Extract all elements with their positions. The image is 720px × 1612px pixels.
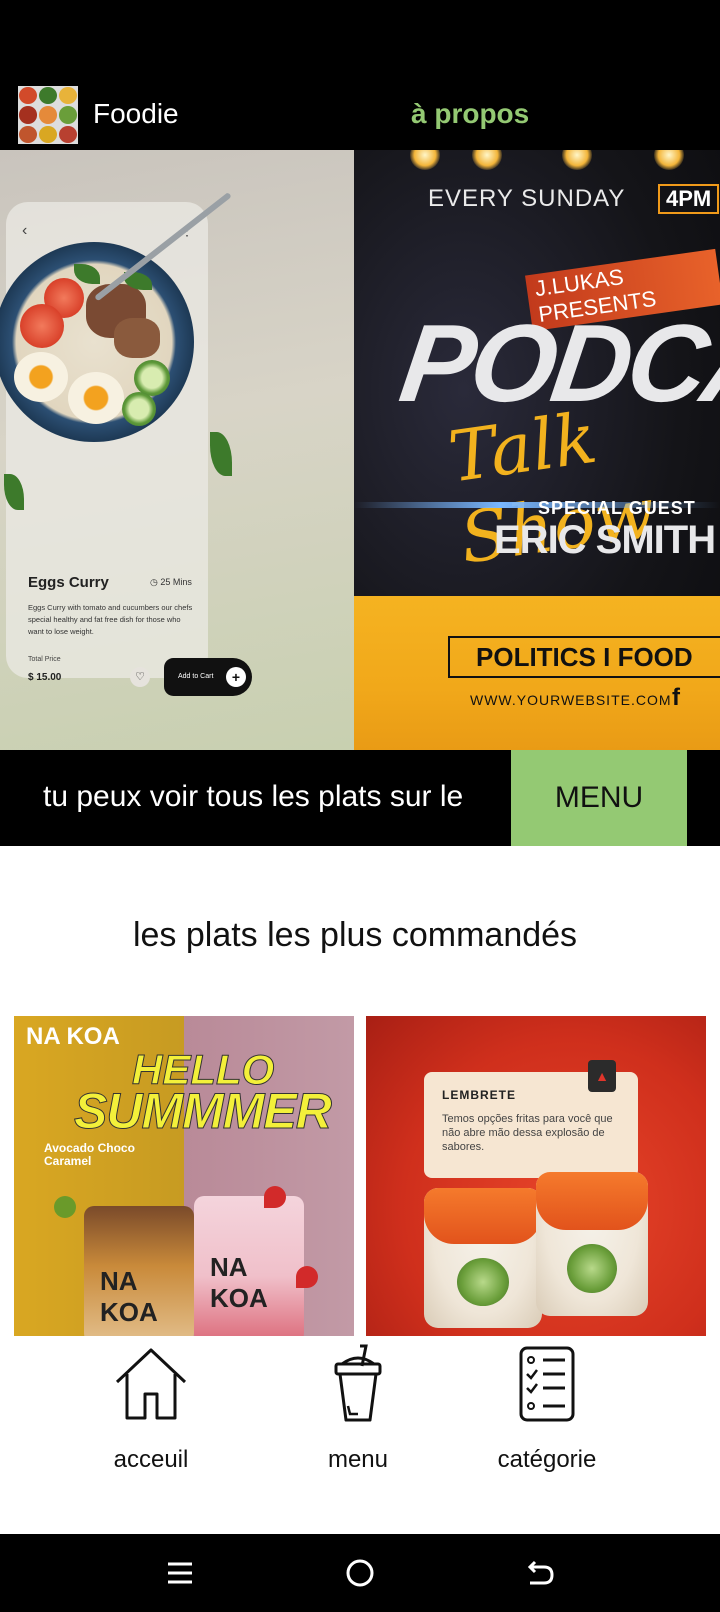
leaf-decoration [210,432,232,476]
podcast-website: WWW.YOURWEBSITE.COM [470,692,672,708]
podcast-time: 4PM [658,184,720,214]
promo-headline-2: SUMMMER [74,1083,333,1140]
home-icon [115,1348,187,1420]
clock-icon: ◷ [150,577,161,587]
strawberry-decoration [296,1266,318,1288]
main-content: les plats les plus commandés NA KOA HELL… [0,846,720,1534]
menu-lines-icon[interactable] [164,1557,196,1589]
smoothie-cup-image: NA KOA [84,1206,194,1336]
flavor-label: Avocado Choco Caramel [44,1141,135,1168]
podcast-guest-name: ERIC SMITH [494,518,716,562]
bowl-image [0,242,194,442]
smoothie-cup-image: NA KOA [194,1196,304,1336]
drink-cup-icon [334,1344,382,1422]
dish-description: Eggs Curry with tomato and cucumbers our… [28,603,193,636]
marquee-text: tu peux voir tous les plats sur le [43,780,464,813]
podcast-day: EVERY SUNDAY [428,185,626,212]
dish-name: Eggs Curry [28,574,109,591]
bell-icon: ▲ [588,1060,616,1092]
sushi-image [424,1188,542,1328]
nav-item-home[interactable]: acceuil [61,1336,241,1476]
nav-label-home: acceuil [113,1446,189,1473]
app-header: Foodie à propos [0,80,720,150]
bottom-nav: acceuil menu catégorie [0,1336,720,1534]
strawberry-decoration [264,1186,286,1208]
nav-label-category: catégorie [497,1446,597,1473]
chevron-left-icon: ‹ [22,222,28,239]
back-arrow-icon[interactable] [524,1557,556,1589]
dish-card-sushi[interactable]: LEMBRETE Temos opções fritas para você q… [366,1016,706,1336]
podcast-topics: POLITICS I FOOD [448,636,720,678]
plus-icon: + [226,667,246,687]
checklist-icon [519,1346,575,1422]
stage-lights [354,150,720,180]
dish-time: ◷ 25 Mins [150,577,192,587]
home-circle-icon[interactable] [344,1557,376,1589]
heart-icon: ♡ [130,667,150,687]
brand-logo: NA KOA [26,1023,120,1050]
app-title: Foodie [93,98,179,129]
carousel-slide-podcast[interactable]: EVERY SUNDAY 4PM J.LUKAS PRESENTS PODCAS… [354,150,720,750]
app-logo[interactable] [18,86,78,144]
dish-price: $ 15.00 [28,672,62,683]
status-bar [0,0,720,80]
dish-card-smoothie[interactable]: NA KOA HELLO SUMMMER Avocado Choco Caram… [14,1016,354,1336]
section-title: les plats les plus commandés [132,916,578,954]
nav-item-menu[interactable]: menu [268,1336,448,1476]
sushi-image [536,1172,648,1316]
reminder-body: Temos opções fritas para você que não ab… [442,1113,613,1153]
total-price-label: Total Price [28,656,61,663]
facebook-icon: f [672,684,680,711]
menu-promo-bar: tu peux voir tous les plats sur le MENU [0,750,720,846]
carousel-slide-food[interactable]: ‹ ⋮ Eggs Curry ◷ 25 Mins Eggs Curry with… [0,150,354,750]
avocado-decoration [54,1196,76,1218]
system-nav-bar [0,1534,720,1612]
reminder-title: LEMBRETE [442,1088,516,1102]
nav-item-category[interactable]: catégorie [457,1336,637,1476]
add-to-cart-mock-button: Add to Cart + [164,658,252,696]
podcast-guest-label: SPECIAL GUEST [538,498,696,518]
nav-label-menu: menu [327,1446,389,1473]
menu-button[interactable]: MENU [511,750,687,846]
about-link[interactable]: à propos [411,98,529,130]
promo-carousel[interactable]: ‹ ⋮ Eggs Curry ◷ 25 Mins Eggs Curry with… [0,150,720,750]
